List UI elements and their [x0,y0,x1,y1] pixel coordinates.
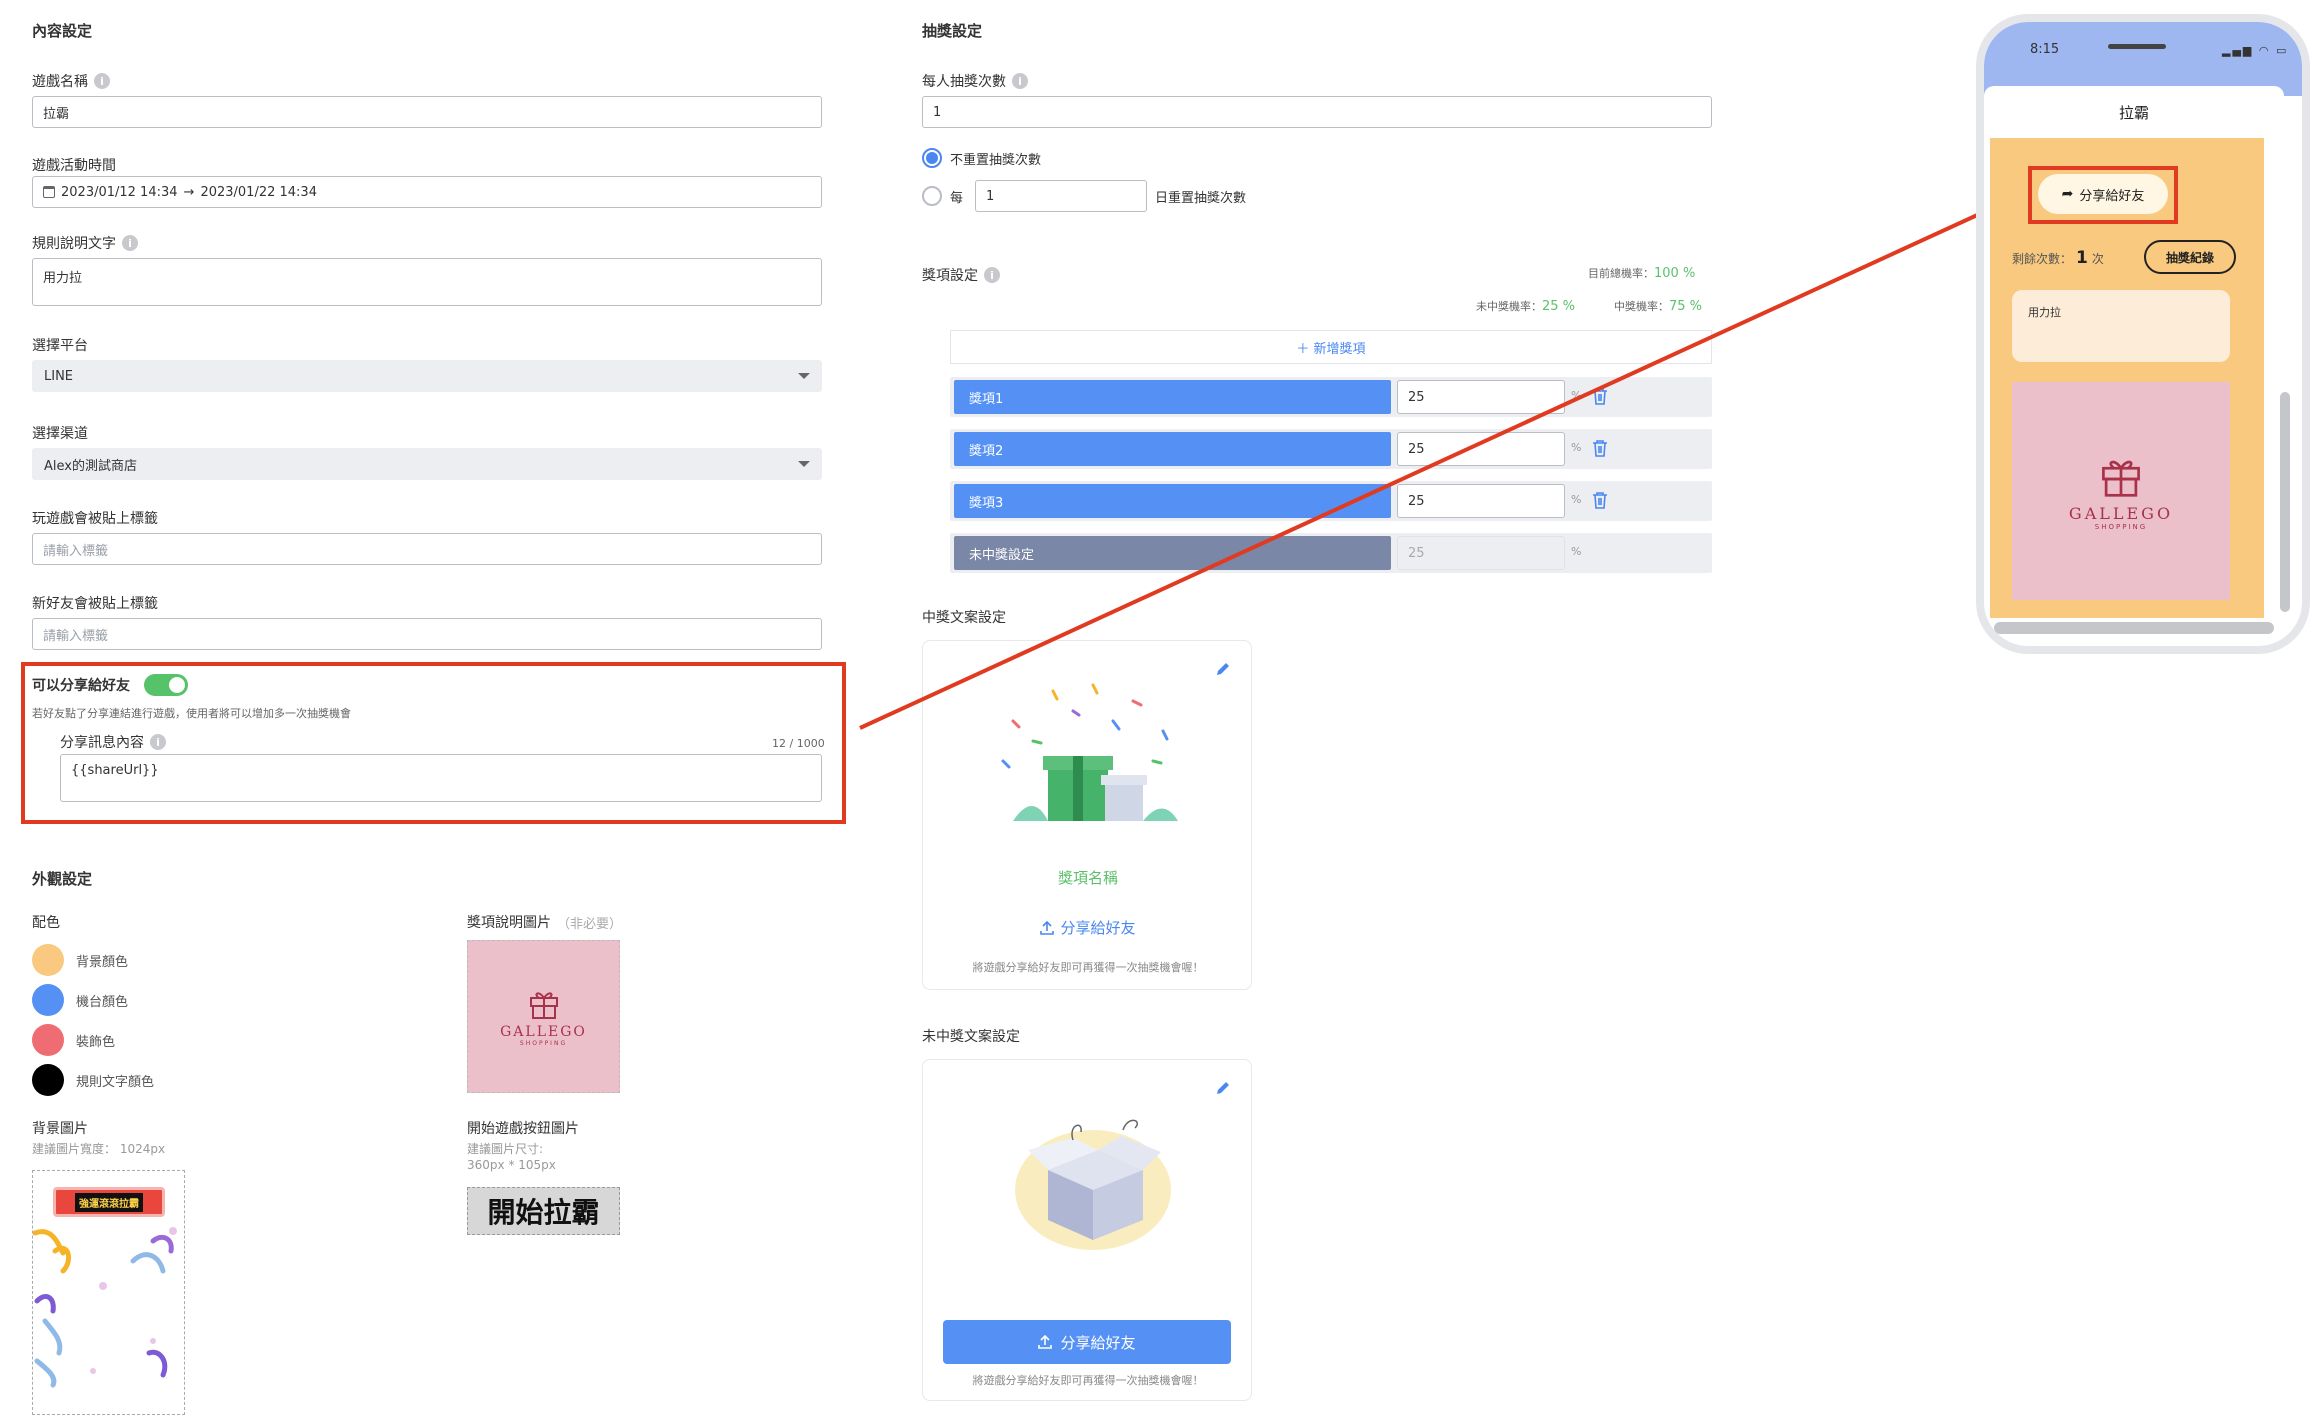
remaining-label: 剩餘次數： [2012,252,2073,266]
phone-brand-sub: SHOPPING [2094,522,2148,531]
phone-status-bar: 8:15 ▂▄▆ ◠ ▭ [1984,22,2302,96]
phone-prize-image: GALLEGO SHOPPING [2012,382,2230,600]
share-arrow-icon: ➦ [2061,186,2074,202]
remaining-unit: 次 [2091,252,2104,266]
phone-notch [2108,44,2166,49]
phone-title: 拉霸 [1984,86,2284,138]
phone-share-button[interactable]: ➦ 分享給好友 [2038,174,2168,214]
phone-rules-box: 用力拉 [2012,290,2230,362]
gift-icon [2102,460,2140,497]
phone-game-bg: ➦ 分享給好友 剩餘次數： 1 次 抽獎紀錄 用力拉 GALLEGO SHOPP… [1990,138,2264,618]
phone-vertical-scrollbar[interactable] [2280,392,2290,612]
history-button[interactable]: 抽獎紀錄 [2144,240,2236,274]
phone-time: 8:15 [2030,42,2060,57]
phone-horizontal-scrollbar[interactable] [1994,622,2274,634]
phone-brand-text: GALLEGO [2068,503,2174,523]
remaining-value: 1 [2076,248,2088,268]
phone-signal-icon: ▂▄▆ ◠ ▭ [2222,44,2289,57]
remaining-count: 剩餘次數： 1 次 [2012,248,2104,268]
phone-preview: 8:15 ▂▄▆ ◠ ▭ 拉霸 ➦ 分享給好友 剩餘次數： 1 次 抽獎紀錄 用… [1976,14,2310,654]
phone-share-label: 分享給好友 [2079,188,2145,204]
